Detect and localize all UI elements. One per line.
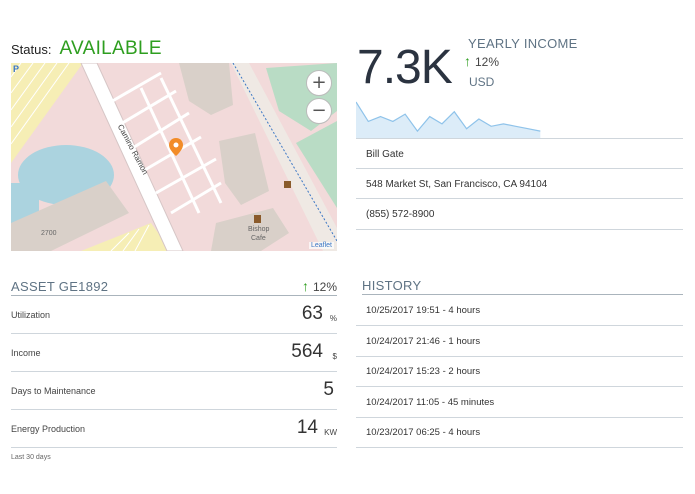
history-item[interactable]: 10/24/2017 11:05 - 45 minutes — [356, 387, 683, 418]
status-value: AVAILABLE — [59, 38, 162, 59]
yearly-income-unit: USD — [469, 75, 495, 89]
cafe-name-label: Bishop — [248, 226, 270, 233]
metric-days-to-maintenance: Days to Maintenance 5 — [11, 372, 337, 410]
map-attribution-link[interactable]: Leaflet — [308, 242, 334, 249]
up-arrow-icon: ↑ — [464, 53, 471, 69]
map-view[interactable]: P Camino Ramon 2700 Bishop Cafe + − Leaf… — [11, 63, 337, 251]
asset-trend-percent: 12% — [312, 280, 337, 294]
income-sparkline — [356, 101, 541, 138]
asset-trend: ↑ 12% — [302, 278, 337, 294]
metric-value: 5 — [323, 379, 334, 400]
yearly-income-value: 7.3K — [357, 41, 453, 94]
metric-unit: % — [329, 314, 337, 323]
contact-name: Bill Gate — [356, 138, 683, 169]
contact-phone: (855) 572-8900 — [356, 198, 683, 230]
metric-unit: $ — [332, 352, 337, 361]
asset-title: ASSET GE1892 — [11, 279, 109, 294]
metric-label: Energy Production — [11, 424, 86, 434]
metrics-footnote: Last 30 days — [11, 454, 51, 461]
history-item[interactable]: 10/25/2017 19:51 - 4 hours — [356, 295, 683, 326]
metric-value: 14 — [296, 417, 318, 438]
history-item[interactable]: 10/24/2017 21:46 - 1 hours — [356, 326, 683, 357]
zoom-out-button[interactable]: − — [306, 98, 332, 124]
history-title: HISTORY — [362, 278, 422, 293]
yearly-income-title: YEARLY INCOME — [468, 36, 578, 51]
metric-label: Utilization — [11, 310, 51, 320]
metric-utilization: Utilization 63 % — [11, 296, 337, 334]
metric-income: Income 564 $ — [11, 334, 337, 372]
cafe-type-label: Cafe — [251, 235, 266, 242]
history-header: HISTORY — [362, 277, 683, 295]
parking-marker: P — [13, 64, 20, 74]
zoom-in-button[interactable]: + — [306, 70, 332, 96]
metric-value: 63 — [301, 303, 323, 324]
building-number-label: 2700 — [41, 230, 57, 237]
trend-percent: 12% — [475, 55, 500, 69]
status-label: Status: — [11, 42, 52, 57]
metric-unit: KW — [324, 428, 337, 437]
up-arrow-icon: ↑ — [301, 278, 309, 294]
contact-address: 548 Market St, San Francisco, CA 94104 — [356, 168, 683, 199]
metric-energy-production: Energy Production 14 KW — [11, 410, 337, 448]
map-tiles — [11, 63, 337, 251]
metric-value: 564 — [291, 341, 323, 362]
metric-label: Days to Maintenance — [11, 386, 96, 396]
yearly-income-trend: ↑ 12% — [464, 53, 499, 69]
sparkline-area — [356, 102, 541, 138]
metric-label: Income — [11, 348, 41, 358]
history-item[interactable]: 10/23/2017 06:25 - 4 hours — [356, 417, 683, 448]
status-indicator: Status: AVAILABLE — [11, 38, 162, 60]
asset-header: ASSET GE1892 ↑ 12% — [11, 278, 337, 296]
history-item[interactable]: 10/24/2017 15:23 - 2 hours — [356, 356, 683, 387]
